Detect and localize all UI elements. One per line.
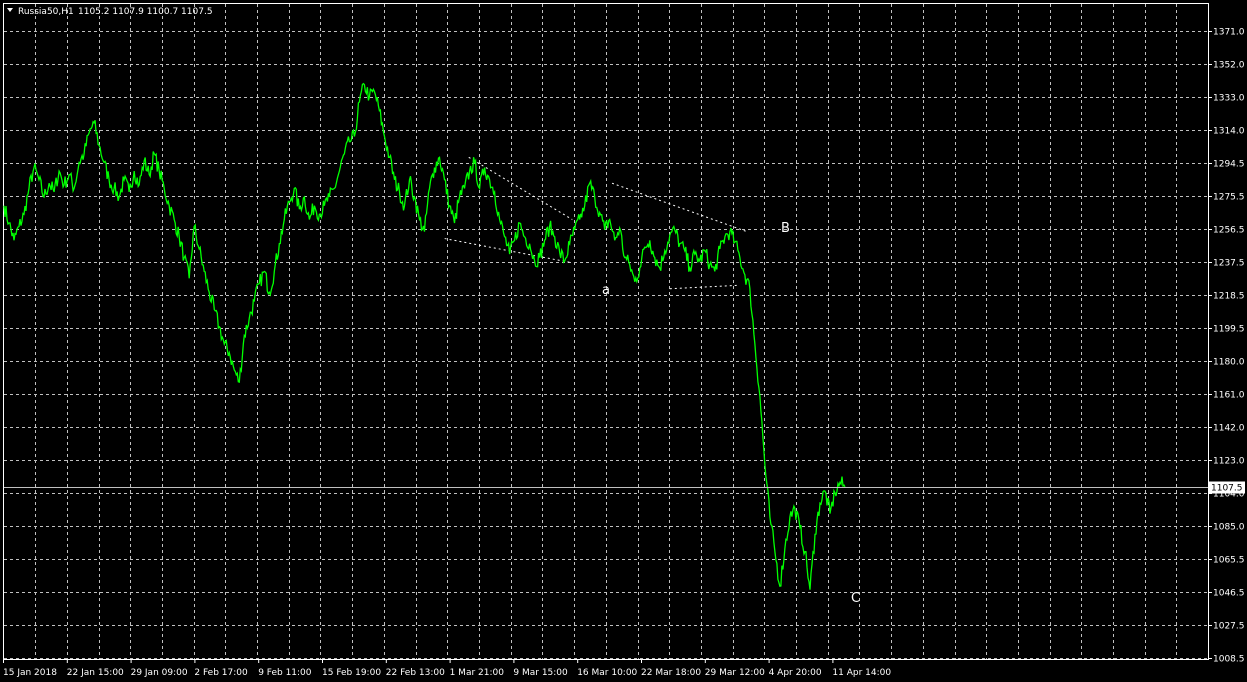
y-tick-label: 1161.0 (1213, 391, 1245, 401)
y-tick-label: 1027.5 (1213, 622, 1245, 632)
y-tick-label: 1275.5 (1213, 193, 1245, 203)
y-tick-label: 1180.0 (1213, 358, 1245, 368)
y-tick-label: 1314.0 (1213, 127, 1245, 137)
y-tick-label: 1065.5 (1213, 556, 1245, 566)
x-tick-label: 2 Feb 17:00 (194, 668, 248, 678)
y-tick-label: 1256.5 (1213, 226, 1245, 236)
y-tick-label: 1371.0 (1213, 28, 1245, 38)
chart-canvas: 1371.0 1352.0 1333.0 1314.0 1294.5 1275.5 1256… (0, 0, 1247, 682)
x-tick-label: 9 Feb 11:00 (258, 668, 312, 678)
x-tick-label: 1 Mar 21:00 (450, 668, 505, 678)
x-tick-label: 22 Jan 15:00 (67, 668, 124, 678)
symbol-label: Russia50,H1 (18, 7, 74, 17)
current-price-tag: 1107.5 (1209, 481, 1245, 494)
x-tick-label: 29 Mar 12:00 (705, 668, 765, 678)
y-tick-label: 1237.5 (1213, 259, 1245, 269)
x-tick-label: 4 Apr 20:00 (769, 668, 822, 678)
y-tick-label: 1123.0 (1213, 457, 1245, 467)
x-tick-label: 22 Mar 18:00 (641, 668, 701, 678)
y-tick-label: 1352.0 (1213, 61, 1245, 71)
y-tick-label: 1294.5 (1213, 160, 1245, 170)
y-tick-label: 1333.0 (1213, 94, 1245, 104)
x-tick-label: 15 Feb 19:00 (322, 668, 381, 678)
x-tick-label: 16 Mar 10:00 (577, 668, 637, 678)
x-tick-label: 11 Apr 14:00 (832, 668, 891, 678)
y-tick-label: 1218.5 (1213, 292, 1245, 302)
wave-label-c: C (851, 591, 860, 606)
symbol-header[interactable]: Russia50,H1 1105.2 1107.9 1100.7 1107.5 (7, 7, 213, 17)
current-price-tag-label: 1107.5 (1211, 484, 1243, 494)
wave-label-a: a (602, 283, 610, 298)
wave-label-b: B (781, 221, 790, 236)
ohlc-values: 1105.2 1107.9 1100.7 1107.5 (78, 7, 213, 17)
y-tick-label: 1046.5 (1213, 589, 1245, 599)
x-tick-label: 9 Mar 15:00 (513, 668, 568, 678)
x-tick-label: 15 Jan 2018 (3, 668, 57, 678)
y-tick-label: 1199.5 (1213, 325, 1245, 335)
y-tick-label: 1142.0 (1213, 424, 1245, 434)
x-tick-label: 29 Jan 09:00 (131, 668, 188, 678)
x-tick-label: 22 Feb 13:00 (386, 668, 445, 678)
chart-background (0, 0, 1247, 682)
y-tick-label: 1085.0 (1213, 523, 1245, 533)
y-tick-label: 1008.5 (1213, 655, 1245, 665)
